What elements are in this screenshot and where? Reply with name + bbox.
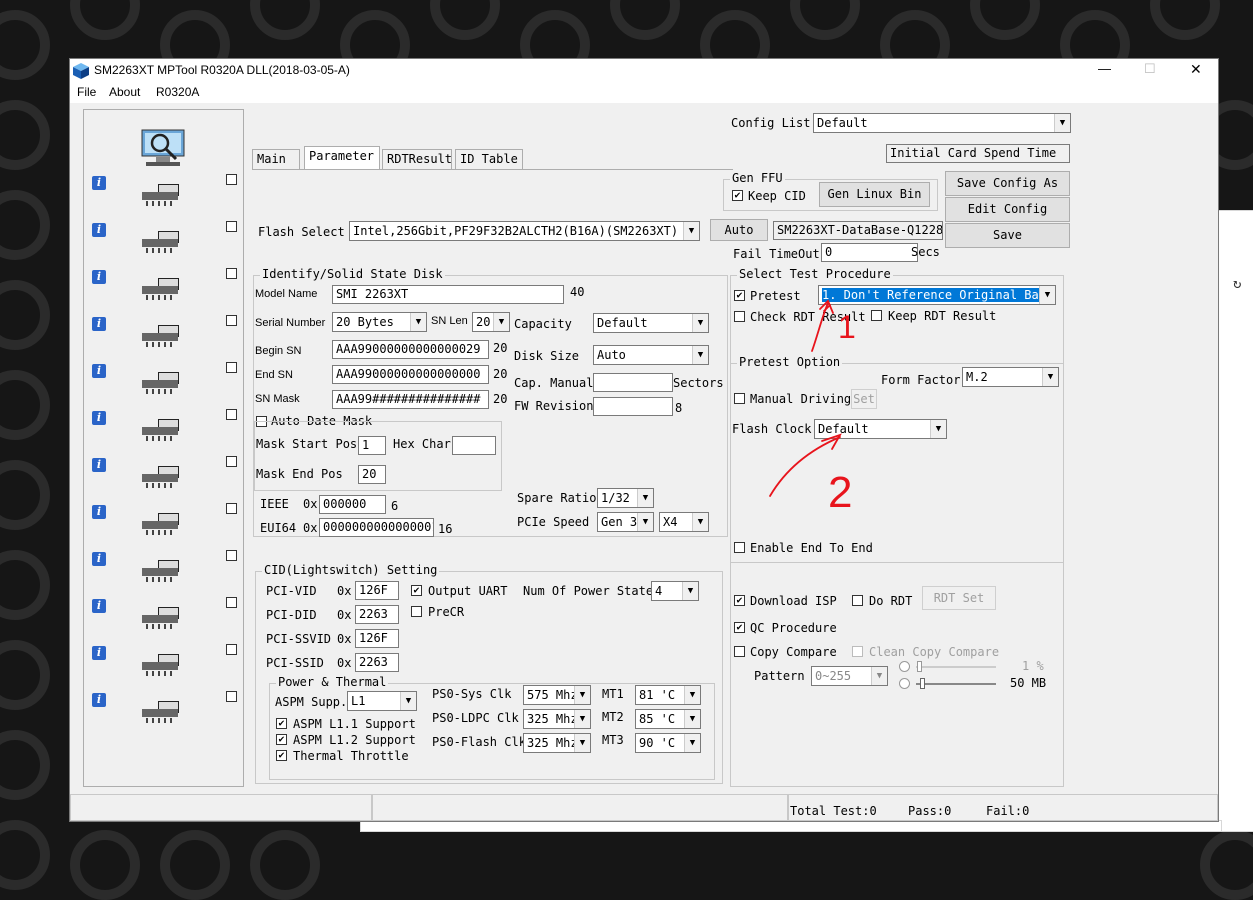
app-window: SM2263XT MPTool R0320A DLL(2018-03-05-A)…: [69, 58, 1219, 822]
annotation-label-1: 1: [838, 309, 856, 345]
refresh-icon[interactable]: ↻: [1233, 276, 1241, 292]
annotation-overlay: [769, 299, 842, 497]
annotation-label-2: 2: [828, 468, 853, 517]
background-window: [1218, 210, 1253, 832]
